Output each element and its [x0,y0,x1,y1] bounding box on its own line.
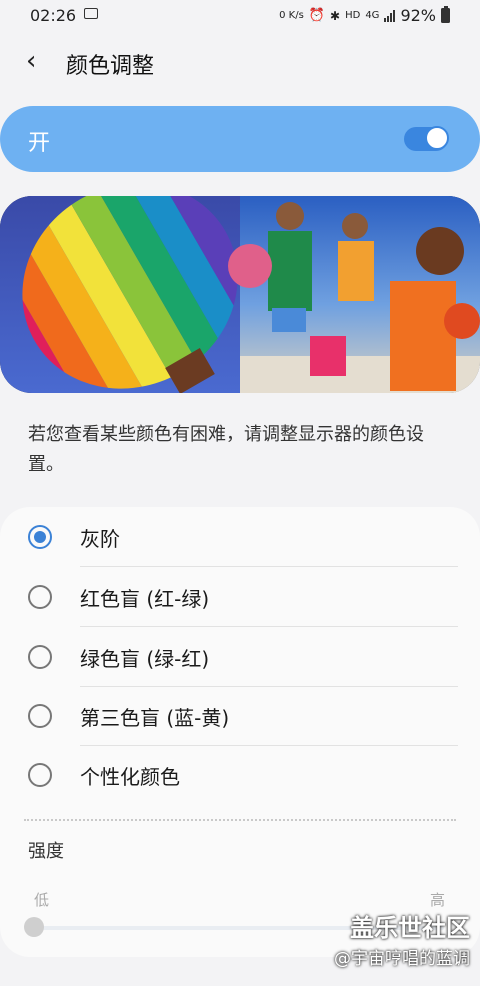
option-grayscale[interactable]: 灰阶 [0,507,480,566]
option-personalized[interactable]: 个性化颜色 [0,745,480,804]
option-protanopia[interactable]: 红色盲 (红-绿) [0,567,480,626]
net-speed: 0 K/s [279,10,304,21]
back-arrow-icon[interactable]: ‹ [26,46,36,76]
option-label: 个性化颜色 [80,765,180,789]
preview-illustration [0,196,480,393]
radio-button[interactable] [28,763,52,787]
bluetooth-icon: ✱ [330,8,341,23]
intensity-label: 强度 [28,841,64,862]
radio-button[interactable] [28,704,52,728]
hd-indicator: HD [345,10,361,21]
status-icons: 0 K/s ⏰ ✱ HD 4G 92% [279,6,450,25]
radio-button[interactable] [28,525,52,549]
option-label: 绿色盲 (绿-红) [80,647,210,671]
toggle-knob [425,126,449,150]
switch-label: 开 [28,131,51,156]
watermark-author: @宇宙哼唱的蓝调 [334,949,470,969]
option-label: 第三色盲 (蓝-黄) [80,706,230,730]
color-preview-image [0,196,480,393]
toggle-switch[interactable] [404,126,449,151]
description-text: 若您查看某些颜色有困难，请调整显示器的颜色设置。 [28,424,424,475]
battery-percent: 92% [400,6,436,25]
radio-button[interactable] [28,585,52,609]
option-tritanopia[interactable]: 第三色盲 (蓝-黄) [0,686,480,745]
intensity-high-label: 高 [430,891,446,909]
network-type: 4G [365,10,380,21]
option-deuteranopia[interactable]: 绿色盲 (绿-红) [0,627,480,686]
options-card: 灰阶 红色盲 (红-绿) 绿色盲 (绿-红) 第三色盲 (蓝-黄) 个性化颜色 … [0,507,480,957]
intensity-low-label: 低 [34,891,50,909]
battery-icon [441,6,450,23]
image-notification-icon [84,8,98,19]
radio-button[interactable] [28,645,52,669]
status-bar: 02:26 0 K/s ⏰ ✱ HD 4G 92% [0,0,480,30]
alarm-icon: ⏰ [308,8,326,23]
option-label: 灰阶 [80,527,120,551]
watermark-logo: 盖乐世社区 [350,914,470,942]
page-title: 颜色调整 [66,54,155,79]
status-time: 02:26 [30,6,77,25]
option-label: 红色盲 (红-绿) [80,587,210,611]
dotted-divider [24,819,456,821]
intensity-slider-thumb[interactable] [24,917,44,937]
app-header: ‹ 颜色调整 [0,40,480,84]
signal-icon [384,9,396,22]
master-switch-row[interactable]: 开 [0,106,480,172]
